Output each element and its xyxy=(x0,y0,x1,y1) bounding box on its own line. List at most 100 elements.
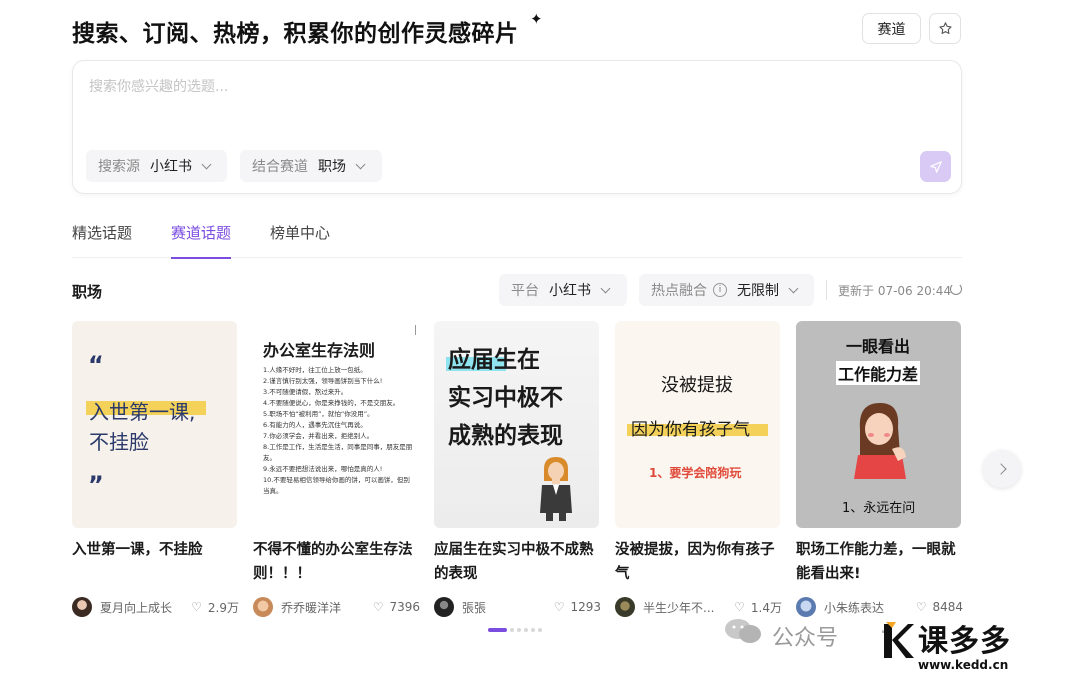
star-icon xyxy=(938,22,952,34)
pagination-dot[interactable] xyxy=(517,628,521,632)
pagination-dot[interactable] xyxy=(524,628,528,632)
like-value: 1293 xyxy=(570,600,601,614)
card-thumbnail[interactable]: 应届生在 实习中极不 成熟的表现 xyxy=(434,321,599,528)
tab-featured[interactable]: 精选话题 xyxy=(72,222,132,258)
track-label: 结合赛道 xyxy=(252,159,308,175)
card-title[interactable]: 没被提拔，因为你有孩子气 xyxy=(615,538,780,586)
wechat-icon xyxy=(725,619,761,643)
thumb-line: 实习中极不 xyxy=(448,385,563,411)
search-panel: 搜索源 小红书 结合赛道 职场 xyxy=(72,60,962,194)
brand-logo-icon xyxy=(884,622,914,658)
like-value: 7396 xyxy=(389,600,420,614)
avatar[interactable] xyxy=(796,597,816,617)
topic-card[interactable]: 应届生在 实习中极不 成熟的表现 应届生在实习中极不成熟的表现 張張 ♡ 1293 xyxy=(434,321,601,617)
heart-icon: ♡ xyxy=(372,600,384,614)
heart-icon: ♡ xyxy=(915,600,927,614)
thumb-line: 因为你有孩子气 xyxy=(631,420,750,440)
hot-fusion-dropdown[interactable]: 热点融合 i 无限制 xyxy=(639,274,814,306)
card-meta: 半生少年不... ♡ 1.4万 xyxy=(615,596,782,618)
tab-rankings[interactable]: 榜单中心 xyxy=(270,222,330,258)
thumb-line: 1.人缘不好时，往工位上放一包纸。 xyxy=(263,366,367,374)
thumb-line: 7.你必须学会，并看出来，拒绝别人。 xyxy=(263,432,374,440)
watermark-url: www.kedd.cn xyxy=(918,658,1009,672)
author-name[interactable]: 半生少年不... xyxy=(643,599,734,616)
thumb-line: 10.不要轻易相信领导给你画的饼，可以画饼，但别当真。 xyxy=(263,476,410,495)
thumb-line: 应届生在 xyxy=(448,347,540,373)
platform-dropdown[interactable]: 平台 小红书 xyxy=(499,274,627,306)
page-title: 搜索、订阅、热榜，积累你的创作灵感碎片 xyxy=(72,21,519,47)
search-source-value: 小红书 xyxy=(150,159,192,175)
avatar[interactable] xyxy=(253,597,273,617)
thumb-line: 9.永远不要把想法说出来，哪怕是真的人! xyxy=(263,465,383,473)
card-title[interactable]: 职场工作能力差，一眼就能看出来! xyxy=(796,538,961,586)
card-thumbnail[interactable]: 办公室生存法则 1.人缘不好时，往工位上放一包纸。 2.谨言慎行别太强，领导画饼… xyxy=(253,321,418,528)
thumb-line: 3.不可随便请假，熬过来升。 xyxy=(263,388,348,396)
thumb-line: 1、要学会陪狗玩 xyxy=(649,466,742,480)
thumb-heading: 办公室生存法则 xyxy=(263,341,376,360)
like-value: 8484 xyxy=(932,600,963,614)
chevron-down-icon xyxy=(600,283,611,293)
send-button[interactable] xyxy=(920,151,951,182)
card-thumbnail[interactable]: 没被提拔 因为你有孩子气 1、要学会陪狗玩 xyxy=(615,321,780,528)
heart-icon: ♡ xyxy=(553,600,565,614)
quote-close-mark: ” xyxy=(88,471,104,499)
chevron-down-icon xyxy=(788,283,799,293)
thinking-girl-illustration xyxy=(854,403,906,479)
thumb-line: 5.职场不怕“被利用”，就怕“你没用”。 xyxy=(263,410,374,418)
like-count: ♡ 2.9万 xyxy=(191,599,239,616)
card-title[interactable]: 不得不懂的办公室生存法则！！！ xyxy=(253,538,418,586)
platform-value: 小红书 xyxy=(549,283,591,299)
carousel-next-button[interactable] xyxy=(983,450,1021,488)
card-title[interactable]: 应届生在实习中极不成熟的表现 xyxy=(434,538,599,586)
chevron-right-icon xyxy=(994,463,1007,475)
pagination-dot[interactable] xyxy=(538,628,542,632)
watermark-wechat-label: 公众号 xyxy=(772,626,839,651)
search-input[interactable] xyxy=(89,75,929,99)
pagination-dot[interactable] xyxy=(510,628,514,632)
avatar[interactable] xyxy=(72,597,92,617)
chevron-down-icon xyxy=(355,159,366,169)
carousel-pagination xyxy=(488,628,545,632)
thumb-line: 2.谨言慎行别太强，领导画饼别当下什么! xyxy=(263,377,383,385)
heart-icon: ♡ xyxy=(191,600,202,614)
author-name[interactable]: 夏月向上成长 xyxy=(100,599,191,616)
card-thumbnail[interactable]: “ 入世第一课, 不挂脸 ” xyxy=(72,321,237,528)
like-value: 2.9万 xyxy=(207,600,239,615)
thumb-line: 1、永远在问 xyxy=(842,501,916,516)
author-name[interactable]: 小朱练表达 xyxy=(824,599,916,616)
card-thumbnail[interactable]: 一眼看出 工作能力差 1、永远在问 xyxy=(796,321,961,528)
send-icon xyxy=(929,160,942,173)
card-title[interactable]: 入世第一课，不挂脸 xyxy=(72,538,237,586)
track-button[interactable]: 赛道 xyxy=(862,13,921,44)
topic-card[interactable]: 一眼看出 工作能力差 1、永远在问 职场工作能力差，一眼就能看出来! 小朱练表达… xyxy=(796,321,963,617)
platform-label: 平台 xyxy=(511,283,539,299)
topic-card[interactable]: 办公室生存法则 1.人缘不好时，往工位上放一包纸。 2.谨言慎行别太强，领导画饼… xyxy=(253,321,420,617)
avatar[interactable] xyxy=(615,597,635,617)
favorite-button[interactable] xyxy=(929,13,961,44)
info-icon[interactable]: i xyxy=(713,283,727,297)
refresh-icon[interactable] xyxy=(950,283,962,295)
pagination-dot-active[interactable] xyxy=(488,628,507,632)
thumb-line: 6.有能力的人，遇事先沉住气再说。 xyxy=(263,421,367,429)
card-meta: 夏月向上成长 ♡ 2.9万 xyxy=(72,596,239,618)
thumb-line: 成熟的表现 xyxy=(448,423,563,449)
thumb-line: 一眼看出 xyxy=(846,337,911,356)
search-source-dropdown[interactable]: 搜索源 小红书 xyxy=(86,150,227,182)
sparkle-icon: ✦ xyxy=(530,10,543,28)
tab-track-topics[interactable]: 赛道话题 xyxy=(171,222,232,259)
thumb-line: 入世第一课, xyxy=(89,400,196,424)
track-dropdown[interactable]: 结合赛道 职场 xyxy=(240,150,382,182)
pagination-dot[interactable] xyxy=(531,628,535,632)
topic-card[interactable]: 没被提拔 因为你有孩子气 1、要学会陪狗玩 没被提拔，因为你有孩子气 半生少年不… xyxy=(615,321,782,617)
watermark-brand: 课多多 xyxy=(918,624,1011,659)
chevron-down-icon xyxy=(201,159,212,169)
thumb-line: 8.工作是工作，生活是生活，同事是同事，朋友是朋友。 xyxy=(263,443,413,462)
author-name[interactable]: 乔乔暖洋洋 xyxy=(281,599,373,616)
avatar[interactable] xyxy=(434,597,454,617)
author-name[interactable]: 張張 xyxy=(462,599,554,616)
card-meta: 小朱练表达 ♡ 8484 xyxy=(796,596,963,618)
thumb-line: 不挂脸 xyxy=(89,430,149,454)
topic-card[interactable]: “ 入世第一课, 不挂脸 ” 入世第一课，不挂脸 夏月向上成长 ♡ 2.9万 xyxy=(72,321,239,617)
like-count: ♡ 1.4万 xyxy=(734,599,782,616)
thumb-line: 4.不要随便说心，你是来挣钱的，不是交朋友。 xyxy=(263,399,400,407)
